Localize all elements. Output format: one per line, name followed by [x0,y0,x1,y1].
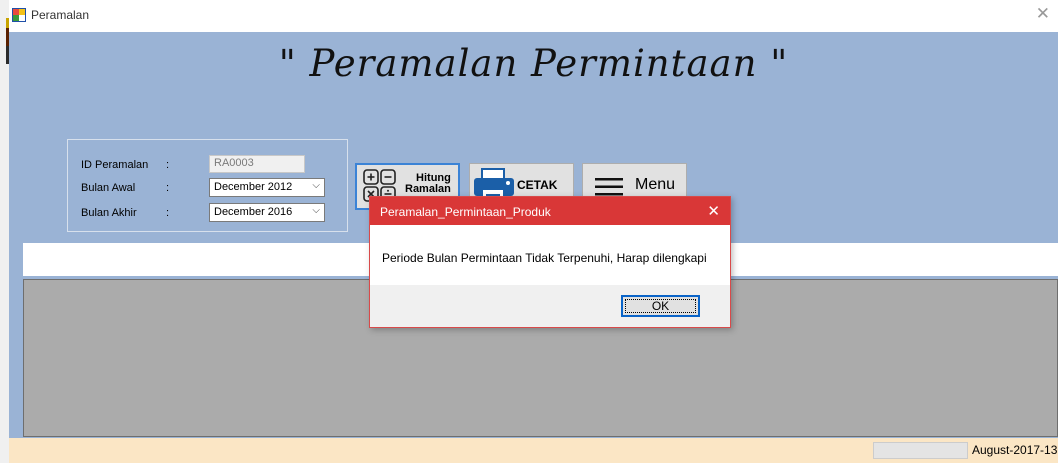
id-peramalan-label: ID Peramalan [81,159,149,171]
bulan-akhir-value: December 2016 [214,206,293,218]
bulan-awal-combobox[interactable]: December 2012 ⌵ [209,178,325,197]
bulan-akhir-combobox[interactable]: December 2016 ⌵ [209,203,325,222]
colon: : [166,182,170,194]
bulan-awal-value: December 2012 [214,181,293,193]
dialog-title: Peramalan_Permintaan_Produk [380,205,551,219]
bulan-akhir-label: Bulan Akhir [81,207,137,219]
chevron-down-icon[interactable]: ⌵ [312,205,320,216]
dialog-close-icon[interactable]: ✕ [707,202,720,220]
message-dialog: Peramalan_Permintaan_Produk ✕ Periode Bu… [369,196,731,328]
close-icon[interactable]: ✕ [1036,5,1050,23]
window-title: Peramalan [31,8,90,22]
status-progress-panel [873,442,968,459]
chevron-down-icon[interactable]: ⌵ [312,180,320,191]
status-bar: August-2017-13 [9,438,1058,463]
dialog-footer: OK [370,285,730,327]
cetak-label: CETAK [517,178,558,192]
hitung-label-line2: Ramalan [405,183,451,195]
bulan-awal-label: Bulan Awal [81,182,136,194]
menu-label: Menu [635,176,676,193]
app-icon [12,8,26,22]
hamburger-icon [595,178,623,196]
ok-button[interactable]: OK [621,295,700,317]
main-window: Peramalan ✕ " Peramalan Permintaan " ID … [9,0,1058,463]
colon: : [166,207,170,219]
focus-rect [625,299,696,313]
left-edge-strip [0,0,9,463]
dialog-title-bar[interactable]: Peramalan_Permintaan_Produk ✕ [370,197,730,225]
page-title: " Peramalan Permintaan " [278,42,789,85]
colon: : [166,159,170,171]
hitung-ramalan-label: Hitung Ramalan [405,173,451,195]
dialog-message: Periode Bulan Permintaan Tidak Terpenuhi… [382,251,707,265]
id-peramalan-field[interactable]: RA0003 [209,155,305,173]
status-date: August-2017-13 [972,443,1058,457]
title-bar[interactable]: Peramalan ✕ [9,0,1058,32]
